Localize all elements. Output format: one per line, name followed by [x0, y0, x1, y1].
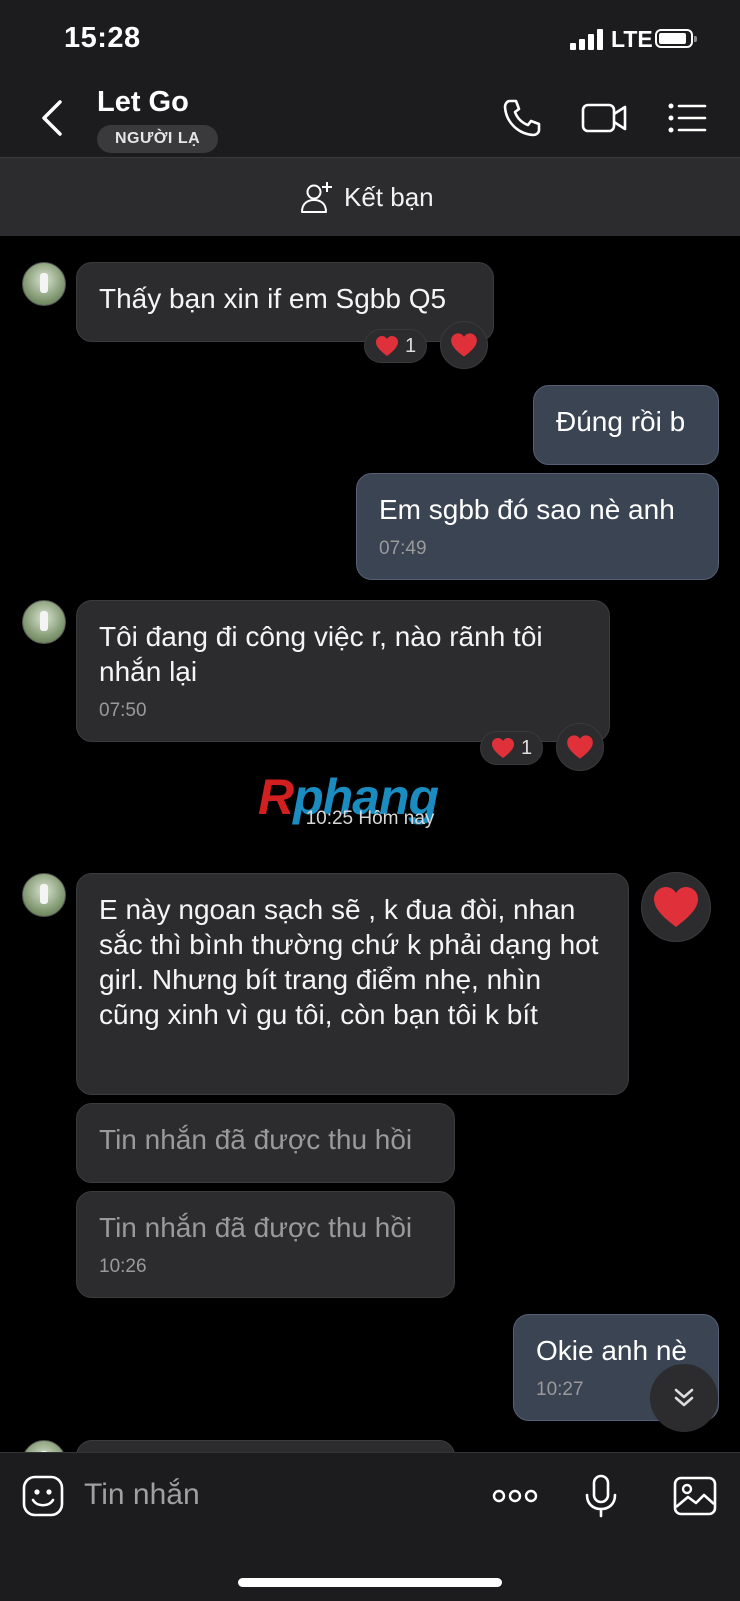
- react-button[interactable]: [440, 321, 488, 369]
- add-friend-button[interactable]: Kết bạn: [300, 180, 434, 214]
- message-text: Em sgbb đó sao nè anh: [379, 494, 675, 525]
- add-friend-label: Kết bạn: [344, 181, 434, 212]
- microphone-icon[interactable]: [578, 1473, 624, 1519]
- network-type: LTE: [611, 26, 653, 52]
- heart-icon: [567, 735, 593, 759]
- message-text: Okie anh nè: [536, 1335, 687, 1366]
- signal-icon: [570, 28, 604, 50]
- recalled-message[interactable]: Tin nhắn đã được thu hồi: [76, 1103, 455, 1183]
- heart-icon: [492, 738, 514, 758]
- message-bubble[interactable]: Thấy bạn xin if em Sgbb Q5: [76, 262, 494, 342]
- image-icon[interactable]: [672, 1473, 718, 1519]
- date-divider: 10:25 Hôm nay: [305, 808, 435, 829]
- recalled-message[interactable]: Tin nhắn đã được thu hồi 10:26: [76, 1191, 455, 1298]
- message-bubble[interactable]: Em sgbb đó sao nè anh 07:49: [356, 473, 719, 580]
- message-text: Tin nhắn đã được thu hồi: [99, 1212, 413, 1243]
- message-bubble[interactable]: E này ngoan sạch sẽ , k đua đòi, nhan sắ…: [76, 873, 629, 1095]
- heart-icon: [654, 887, 698, 927]
- scroll-down-icon: [674, 1388, 694, 1407]
- heart-icon: [376, 336, 398, 356]
- chat-title[interactable]: Let Go: [97, 86, 189, 119]
- reaction-heart[interactable]: [641, 872, 711, 942]
- phone-icon[interactable]: [500, 96, 544, 140]
- message-time: 10:26: [99, 1256, 147, 1277]
- video-call-icon[interactable]: [580, 96, 628, 140]
- sticker-icon[interactable]: [20, 1473, 66, 1519]
- back-icon[interactable]: [36, 98, 70, 138]
- reaction-count-value: 1: [405, 334, 417, 357]
- home-indicator: [238, 1578, 502, 1587]
- message-time: 07:50: [99, 700, 147, 721]
- message-text: Thấy bạn xin if em Sgbb Q5: [99, 283, 447, 314]
- more-icon[interactable]: [490, 1473, 540, 1519]
- heart-icon: [451, 333, 477, 357]
- stranger-badge: NGƯỜI LẠ: [97, 125, 219, 153]
- reaction-count[interactable]: 1: [480, 731, 544, 765]
- menu-list-icon[interactable]: [665, 96, 709, 140]
- scroll-down-button[interactable]: [650, 1364, 718, 1432]
- message-bubble[interactable]: Tôi đang đi công việc r, nào rãnh tôi nh…: [76, 600, 610, 742]
- message-time: 07:49: [379, 538, 427, 559]
- message-text: Đúng rồi b: [556, 406, 686, 437]
- react-button[interactable]: [556, 723, 604, 771]
- message-text: Tin nhắn đã được thu hồi: [99, 1124, 413, 1155]
- reaction-count[interactable]: 1: [364, 329, 428, 363]
- add-friend-banner[interactable]: Kết bạn: [0, 157, 740, 236]
- avatar[interactable]: [22, 262, 66, 306]
- reaction-count-value: 1: [521, 736, 533, 759]
- message-input[interactable]: Tin nhắn: [84, 1478, 200, 1512]
- status-time: 15:28: [64, 22, 141, 54]
- message-bubble[interactable]: Đúng rồi b: [533, 385, 719, 465]
- avatar[interactable]: [22, 873, 66, 917]
- battery-icon: [655, 29, 697, 48]
- avatar[interactable]: [22, 600, 66, 644]
- add-friend-icon: [301, 182, 332, 213]
- message-text: Tôi đang đi công việc r, nào rãnh tôi nh…: [99, 621, 543, 687]
- message-text: E này ngoan sạch sẽ , k đua đòi, nhan sắ…: [99, 894, 599, 1030]
